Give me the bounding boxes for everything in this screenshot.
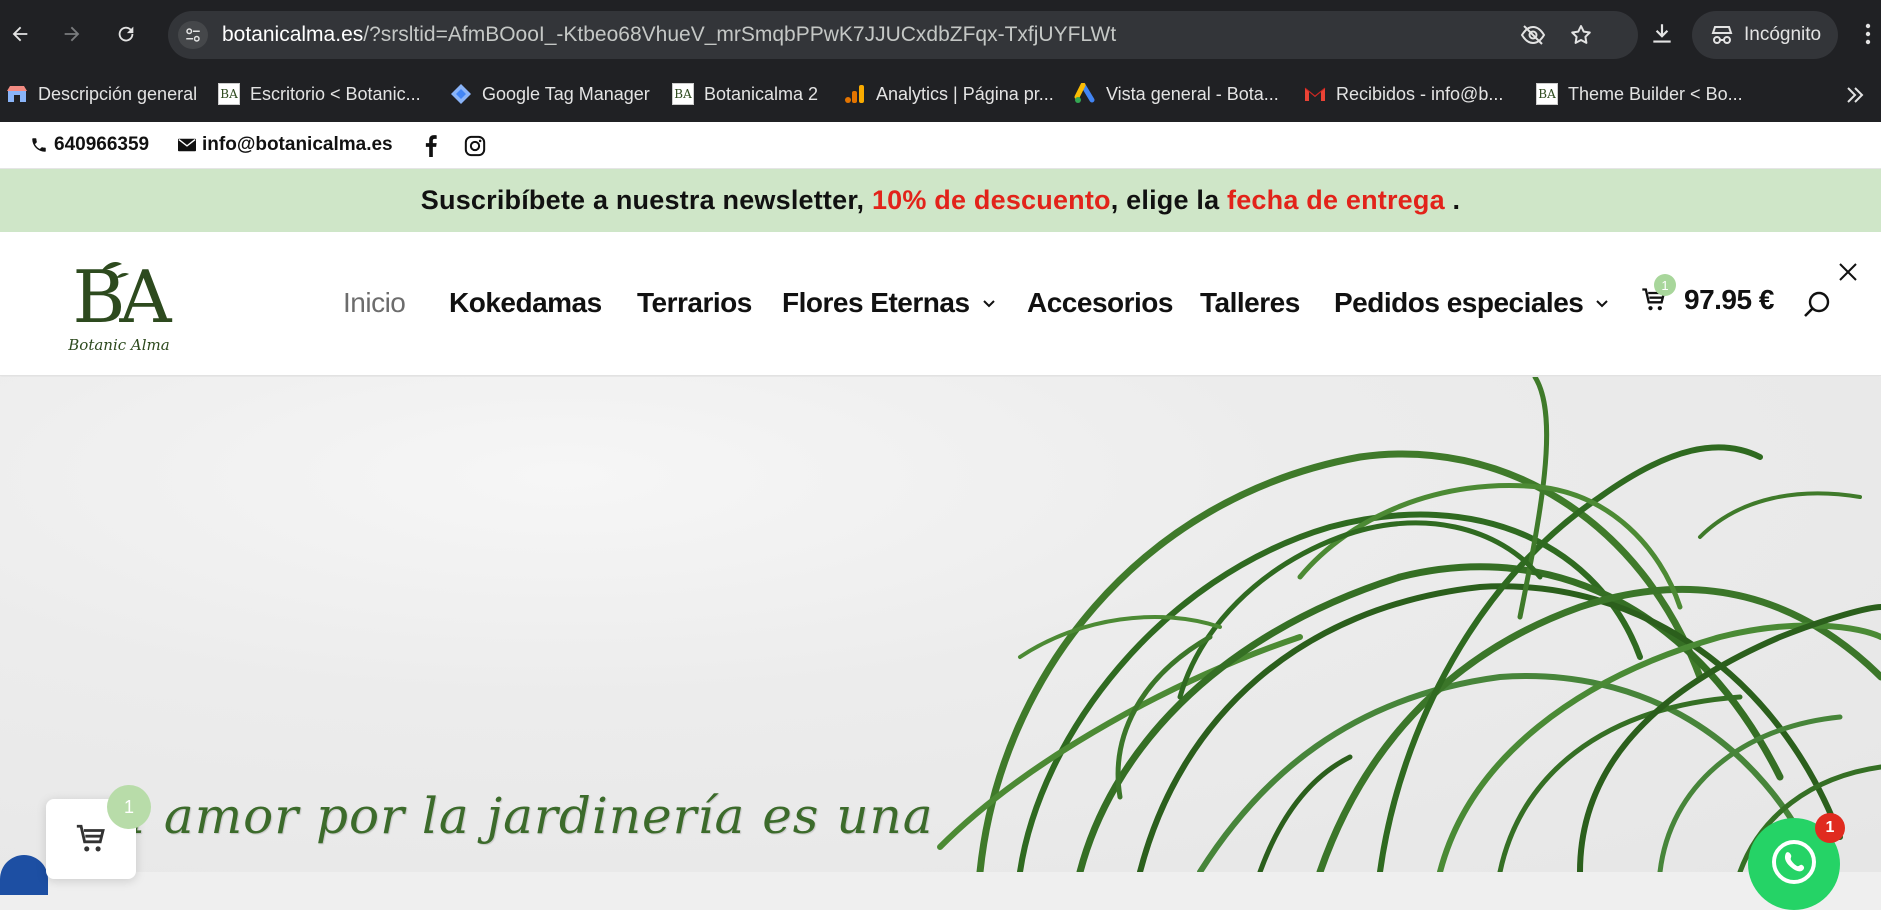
hero-banner: l amor por la jardinería es una: [0, 377, 1881, 872]
star-icon[interactable]: [1568, 23, 1594, 47]
nav-accesorios[interactable]: Accesorios: [1027, 287, 1173, 319]
incognito-label: Incógnito: [1744, 24, 1822, 45]
tag-manager-icon: [450, 83, 472, 105]
phone-icon: [32, 138, 46, 152]
hero-tagline: l amor por la jardinería es una: [130, 787, 934, 845]
incognito-indicator[interactable]: Incógnito: [1692, 11, 1838, 59]
nav-kokedamas[interactable]: Kokedamas: [449, 287, 602, 319]
bookmark-item[interactable]: Recibidos - info@b...: [1304, 80, 1503, 108]
site-logo[interactable]: BA Botanic Alma: [64, 250, 178, 358]
double-chevron-right-icon: [1847, 87, 1864, 103]
newsletter-promo-bar: Suscribíbete a nuestra newsletter, 10% d…: [0, 169, 1881, 232]
arrow-right-icon: [64, 26, 80, 42]
discount-highlight: 10% de descuento: [871, 185, 1111, 215]
bookmarks-bar: Descripción general BA Escritorio < Bota…: [0, 68, 1881, 122]
floating-cart-count: 1: [107, 785, 151, 829]
email-link[interactable]: info@botanicalma.es: [178, 134, 393, 156]
address-bar[interactable]: botanicalma.es/?srsltid=AfmBOooI_-Ktbeo6…: [168, 11, 1638, 59]
browser-menu-button[interactable]: [1858, 18, 1878, 50]
search-button[interactable]: [1802, 290, 1834, 322]
whatsapp-notification-badge: 1: [1815, 813, 1845, 843]
incognito-icon: [1711, 26, 1733, 44]
ba-favicon-icon: BA: [218, 83, 240, 105]
bookmark-item[interactable]: BA Botanicalma 2: [672, 80, 818, 108]
back-button[interactable]: [2, 16, 38, 52]
instagram-icon: [464, 135, 486, 157]
facebook-link[interactable]: [418, 133, 444, 159]
tune-icon: [186, 28, 200, 42]
store-icon: [6, 83, 28, 105]
browser-toolbar: botanicalma.es/?srsltid=AfmBOooI_-Ktbeo6…: [0, 0, 1881, 68]
analytics-icon: [844, 83, 866, 105]
nav-inicio[interactable]: Inicio: [343, 287, 406, 319]
gmail-icon: [1304, 83, 1326, 105]
download-button[interactable]: [1644, 16, 1680, 52]
chevron-down-icon: [982, 300, 995, 308]
close-button[interactable]: [1836, 260, 1860, 284]
nav-terrarios[interactable]: Terrarios: [637, 287, 752, 319]
reload-button[interactable]: [108, 16, 144, 52]
search-icon: [1804, 291, 1830, 317]
ponytail-palm-image: [937, 377, 1881, 872]
envelope-icon: [178, 138, 196, 152]
more-vert-icon: [1865, 23, 1871, 45]
forward-button[interactable]: [54, 16, 90, 52]
bookmarks-overflow-button[interactable]: [1840, 82, 1870, 108]
cart-total: 97.95 €: [1684, 284, 1774, 315]
facebook-icon: [425, 135, 437, 157]
promo-text: Suscribíbete a nuestra newsletter, 10% d…: [420, 185, 1461, 215]
arrow-left-icon: [12, 26, 28, 42]
bookmark-item[interactable]: BA Escritorio < Botanic...: [218, 80, 421, 108]
bookmark-item[interactable]: Google Tag Manager: [450, 80, 650, 108]
site-info-button[interactable]: [178, 21, 208, 49]
svg-text:BA: BA: [73, 255, 173, 339]
contact-topbar: 640966359 info@botanicalma.es: [0, 122, 1881, 169]
nav-flores-eternas[interactable]: Flores Eternas: [782, 287, 996, 319]
download-icon: [1653, 24, 1671, 43]
ba-favicon-icon: BA: [672, 83, 694, 105]
nav-pedidos-especiales[interactable]: Pedidos especiales: [1334, 287, 1609, 319]
cookie-consent-button[interactable]: [0, 855, 48, 895]
bookmark-item[interactable]: Analytics | Página pr...: [844, 80, 1054, 108]
close-icon: [1839, 263, 1857, 281]
instagram-link[interactable]: [462, 133, 488, 159]
phone-link[interactable]: 640966359: [30, 134, 149, 156]
cart-count-badge: 1: [1654, 274, 1676, 296]
url-text: botanicalma.es/?srsltid=AfmBOooI_-Ktbeo6…: [222, 23, 1117, 46]
cart-icon: [76, 824, 105, 852]
reload-icon: [118, 26, 134, 42]
ba-favicon-icon: BA: [1536, 83, 1558, 105]
svg-text:Botanic Alma: Botanic Alma: [67, 336, 169, 354]
nav-talleres[interactable]: Talleres: [1200, 287, 1300, 319]
bookmark-item[interactable]: Vista general - Bota...: [1074, 80, 1279, 108]
bookmark-item[interactable]: BA Theme Builder < Bo...: [1536, 80, 1743, 108]
whatsapp-icon: [1772, 840, 1816, 884]
bookmark-item[interactable]: Descripción general: [6, 80, 197, 108]
site-header: BA Botanic Alma Inicio Kokedamas Terrari…: [0, 232, 1881, 376]
eye-off-icon[interactable]: [1520, 23, 1546, 47]
delivery-date-highlight: fecha de entrega: [1227, 185, 1445, 215]
google-ads-icon: [1074, 83, 1096, 105]
chevron-down-icon: [1596, 300, 1609, 308]
